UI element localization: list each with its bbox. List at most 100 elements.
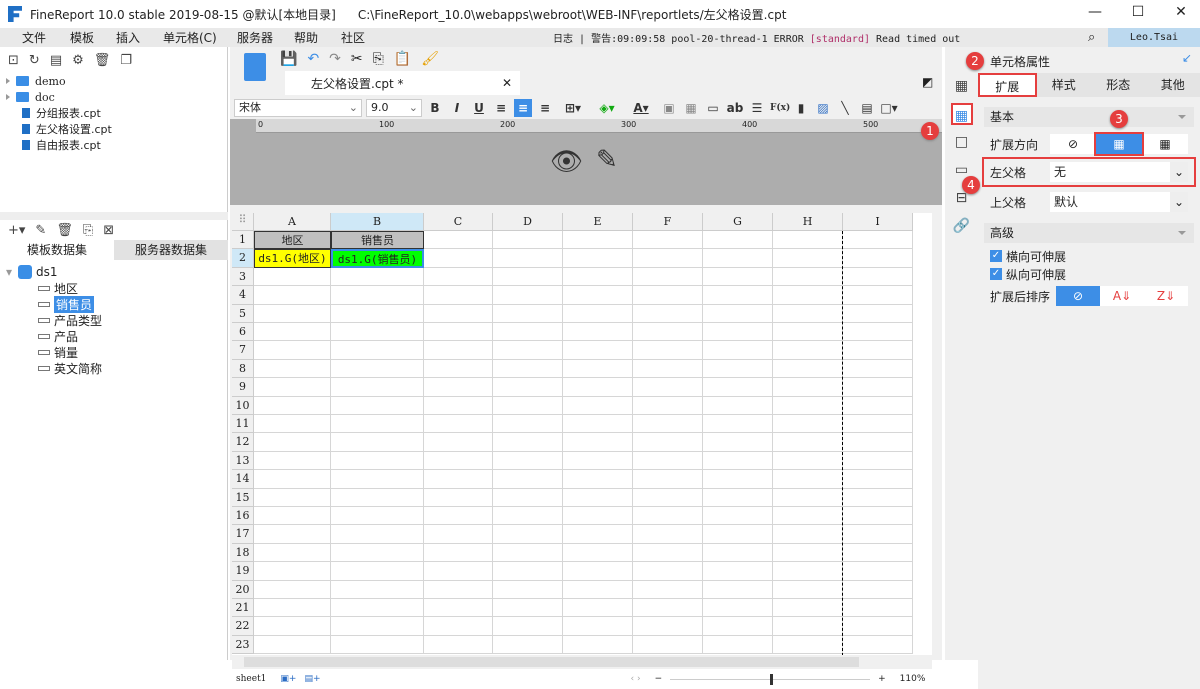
- cell-C16[interactable]: [424, 507, 493, 526]
- cell-H3[interactable]: [773, 267, 843, 287]
- cell-H11[interactable]: [773, 415, 843, 434]
- cell-B17[interactable]: [331, 525, 424, 544]
- dataset-field[interactable]: 销量: [0, 344, 228, 360]
- sort-asc-icon[interactable]: A⇓: [1100, 286, 1144, 306]
- cell-E11[interactable]: [563, 415, 633, 434]
- cell-border-icon[interactable]: □▾: [880, 99, 898, 117]
- cell-D8[interactable]: [493, 359, 563, 379]
- slash-icon[interactable]: ╲: [836, 99, 854, 117]
- copy-icon[interactable]: ❐: [120, 53, 132, 68]
- cell-D18[interactable]: [493, 543, 563, 563]
- cell-E17[interactable]: [563, 525, 633, 544]
- column-header[interactable]: A: [254, 213, 331, 231]
- row-header[interactable]: 12: [232, 433, 254, 452]
- cell-F14[interactable]: [633, 470, 703, 489]
- font-size-select[interactable]: 9.0 ⌄: [366, 99, 422, 117]
- cell-G10[interactable]: [703, 396, 773, 415]
- dataset-field[interactable]: 销售员: [0, 295, 228, 313]
- cell-H19[interactable]: [773, 562, 843, 581]
- add-poly-sheet-icon[interactable]: ▤+: [304, 674, 320, 684]
- cell-A20[interactable]: [254, 580, 331, 599]
- hide-icon[interactable]: 👁: [550, 147, 583, 177]
- cell-E20[interactable]: [563, 580, 633, 599]
- cell-G11[interactable]: [703, 415, 773, 434]
- cell-F5[interactable]: [633, 304, 703, 323]
- section-advanced[interactable]: 高级: [984, 223, 1194, 243]
- file-tree-item[interactable]: doc: [0, 89, 227, 105]
- dataset-field[interactable]: 产品: [0, 328, 228, 344]
- cell-A18[interactable]: [254, 543, 331, 563]
- border-icon[interactable]: ⊞▾: [558, 99, 588, 117]
- horizontal-expand-icon[interactable]: ▦: [1142, 134, 1188, 154]
- cell-element-icon[interactable]: □: [951, 131, 973, 153]
- dataset-field[interactable]: 地区: [0, 280, 228, 296]
- cell-B4[interactable]: [331, 286, 424, 305]
- cell-I16[interactable]: [843, 507, 913, 526]
- cell-F18[interactable]: [633, 543, 703, 563]
- cell-B2[interactable]: ds1.G(销售员): [331, 249, 424, 268]
- cell-E10[interactable]: [563, 396, 633, 415]
- cell-A3[interactable]: [254, 267, 331, 287]
- cell-C17[interactable]: [424, 525, 493, 544]
- cell-G3[interactable]: [703, 267, 773, 287]
- cell-E14[interactable]: [563, 470, 633, 489]
- h-expand-checkbox[interactable]: ✓ 横向可伸展: [978, 247, 1200, 265]
- document-tab[interactable]: 左父格设置.cpt * ✕: [285, 71, 520, 95]
- paste-icon[interactable]: 📋: [394, 51, 411, 67]
- cell-C6[interactable]: [424, 323, 493, 342]
- cell-H10[interactable]: [773, 396, 843, 415]
- zoom-out-button[interactable]: −: [655, 674, 663, 684]
- cell-D19[interactable]: [493, 562, 563, 581]
- cell-H1[interactable]: [773, 231, 843, 250]
- cell-G15[interactable]: [703, 488, 773, 507]
- cell-B10[interactable]: [331, 396, 424, 415]
- cell-E8[interactable]: [563, 359, 633, 379]
- cell-B1[interactable]: 销售员: [331, 231, 424, 250]
- cell-I5[interactable]: [843, 304, 913, 323]
- row-header[interactable]: 2: [232, 249, 254, 268]
- section-basic[interactable]: 基本: [984, 107, 1194, 127]
- cell-C12[interactable]: [424, 433, 493, 452]
- cell-D23[interactable]: [493, 635, 563, 655]
- file-tree-item[interactable]: 左父格设置.cpt: [0, 121, 227, 137]
- cell-F9[interactable]: [633, 378, 703, 397]
- cell-H9[interactable]: [773, 378, 843, 397]
- scroll-thumb[interactable]: [244, 657, 859, 667]
- cell-B18[interactable]: [331, 543, 424, 563]
- hyperlink-icon[interactable]: 🔗: [951, 215, 973, 237]
- cell-A8[interactable]: [254, 359, 331, 379]
- cell-B23[interactable]: [331, 635, 424, 655]
- cell-B21[interactable]: [331, 599, 424, 618]
- cell-C9[interactable]: [424, 378, 493, 397]
- cell-F6[interactable]: [633, 323, 703, 342]
- tab-other[interactable]: 其他: [1146, 73, 1200, 97]
- row-header[interactable]: 10: [232, 396, 254, 415]
- open-icon[interactable]: ▤: [50, 53, 62, 68]
- cell-G14[interactable]: [703, 470, 773, 489]
- textfield-icon[interactable]: ▭: [704, 99, 722, 117]
- underline-button[interactable]: U: [470, 99, 488, 117]
- cell-D11[interactable]: [493, 415, 563, 434]
- cell-C2[interactable]: [424, 249, 493, 268]
- align-right-icon[interactable]: ≡: [536, 99, 554, 117]
- image-icon[interactable]: ▨: [814, 99, 832, 117]
- cell-D5[interactable]: [493, 304, 563, 323]
- column-header[interactable]: C: [424, 213, 493, 231]
- subreport-icon[interactable]: ▤: [858, 99, 876, 117]
- cell-H4[interactable]: [773, 286, 843, 305]
- dataset-field[interactable]: 产品类型: [0, 312, 228, 328]
- panel-splitter[interactable]: [0, 212, 228, 220]
- format-painter-icon[interactable]: 🖌: [421, 51, 439, 67]
- font-family-select[interactable]: 宋体 ⌄: [234, 99, 362, 117]
- cell-B20[interactable]: [331, 580, 424, 599]
- add-sheet-icon[interactable]: ▣+: [280, 674, 296, 684]
- cell-B5[interactable]: [331, 304, 424, 323]
- cell-C13[interactable]: [424, 451, 493, 471]
- cell-A12[interactable]: [254, 433, 331, 452]
- zoom-slider[interactable]: [670, 673, 871, 685]
- cell-F12[interactable]: [633, 433, 703, 452]
- cell-A21[interactable]: [254, 599, 331, 618]
- cell-I11[interactable]: [843, 415, 913, 434]
- cell-C3[interactable]: [424, 267, 493, 287]
- cell-G7[interactable]: [703, 341, 773, 360]
